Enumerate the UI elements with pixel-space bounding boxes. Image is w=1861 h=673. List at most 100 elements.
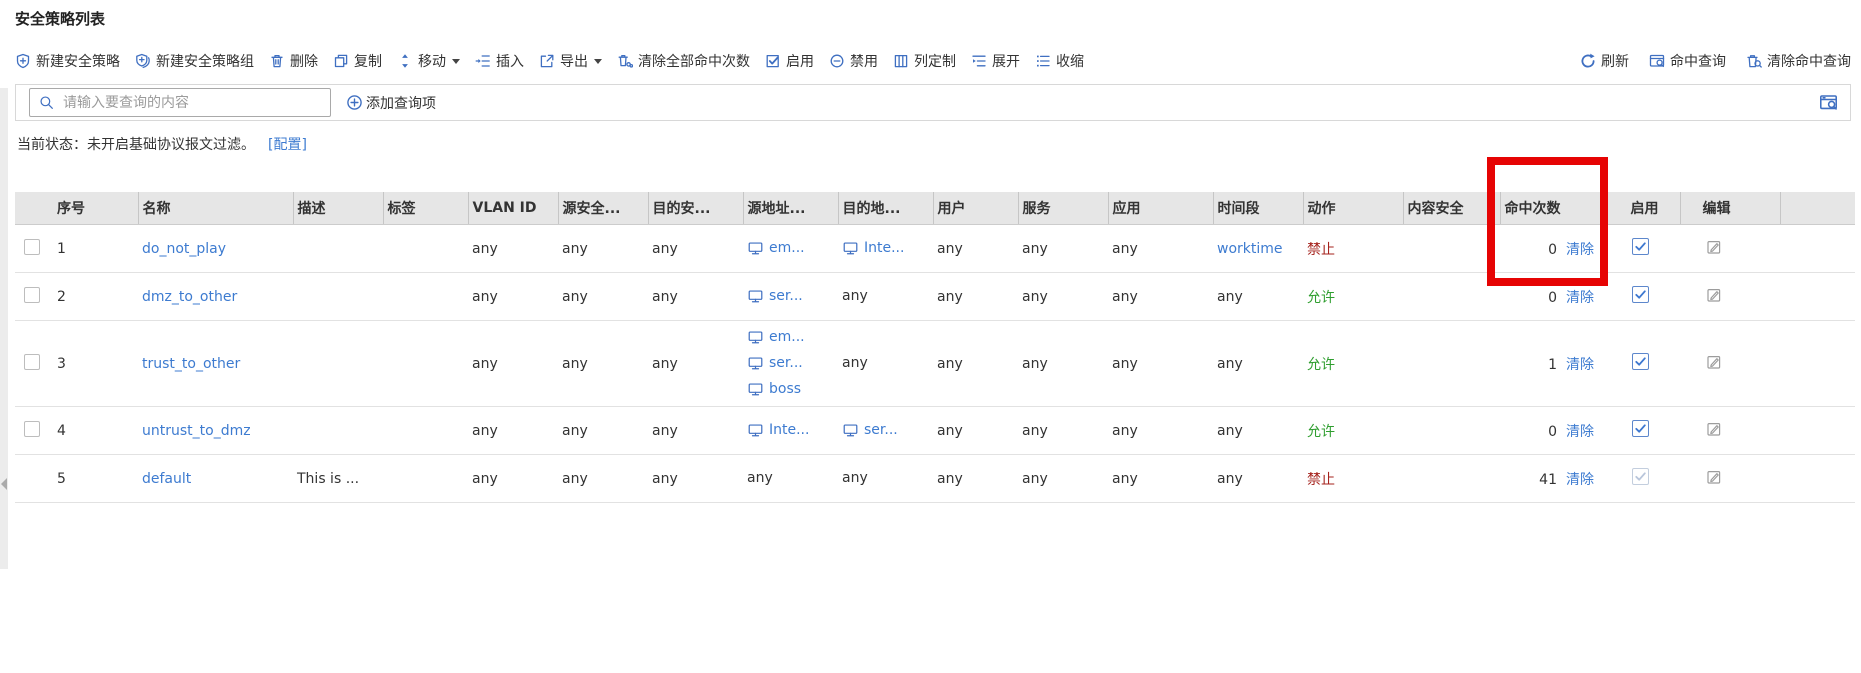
- cell-filler: [1780, 321, 1855, 407]
- toolbar-button-expand[interactable]: 展开: [971, 51, 1020, 71]
- enable-checkbox[interactable]: [1632, 353, 1649, 370]
- cell-action: 允许: [1303, 321, 1403, 407]
- toolbar-button-insert[interactable]: 插入: [475, 51, 524, 71]
- policy-name-link[interactable]: dmz_to_other: [142, 289, 237, 305]
- enable-checkbox[interactable]: [1632, 286, 1649, 303]
- toolbar-button-export[interactable]: 导出: [539, 51, 602, 71]
- cell-hit-count: 0 清除: [1500, 273, 1600, 321]
- address-link[interactable]: boss: [769, 377, 801, 402]
- clear-hits-link[interactable]: 清除: [1566, 290, 1594, 306]
- header-app[interactable]: 应用: [1108, 192, 1213, 225]
- header-seq[interactable]: 序号: [53, 192, 138, 225]
- toolbar-button-columns[interactable]: 列定制: [893, 51, 956, 71]
- cell-dst-addr: any: [838, 455, 933, 503]
- address-link[interactable]: em...: [769, 325, 805, 350]
- cell-tag: [383, 455, 468, 503]
- cell-src-addr: em...: [743, 225, 838, 273]
- toolbar-button-label: 复制: [354, 51, 382, 71]
- policy-name-link[interactable]: untrust_to_dmz: [142, 423, 251, 439]
- enable-checkbox[interactable]: [1632, 468, 1649, 485]
- toolbar-button-clear-hit-query[interactable]: 清除命中查询: [1746, 51, 1851, 71]
- address-link[interactable]: em...: [769, 236, 805, 261]
- policy-name-link[interactable]: trust_to_other: [142, 356, 240, 372]
- row-select-checkbox[interactable]: [24, 287, 40, 303]
- clear-hits-link[interactable]: 清除: [1566, 242, 1594, 258]
- toolbar-button-collapse[interactable]: 收缩: [1035, 51, 1084, 71]
- cell-select: [15, 455, 53, 503]
- toolbar-button-minus-circle[interactable]: 禁用: [829, 51, 878, 71]
- address-link[interactable]: ser...: [769, 284, 803, 309]
- address-entry: em...: [747, 325, 838, 350]
- header-dst-addr[interactable]: 目的地...: [838, 192, 933, 225]
- cell-app: any: [1108, 321, 1213, 407]
- enable-checkbox[interactable]: [1632, 238, 1649, 255]
- hit-count-value: 1: [1548, 357, 1557, 373]
- address-entry: em...: [747, 236, 838, 261]
- collapse-strip[interactable]: [0, 88, 8, 569]
- cell-tag: [383, 407, 468, 455]
- search-input-wrap[interactable]: [29, 88, 331, 117]
- header-dst-zone[interactable]: 目的安...: [648, 192, 743, 225]
- toolbar-button-clear-hits[interactable]: 清除全部命中次数: [617, 51, 750, 71]
- header-enable[interactable]: 启用: [1600, 192, 1680, 225]
- toolbar-button-copy[interactable]: 复制: [333, 51, 382, 71]
- toolbar-button-move[interactable]: 移动: [397, 51, 460, 71]
- add-query-button[interactable]: 添加查询项: [346, 93, 436, 113]
- cell-user: any: [933, 225, 1018, 273]
- address-link[interactable]: ser...: [864, 418, 898, 443]
- row-select-checkbox[interactable]: [24, 421, 40, 437]
- header-src-zone[interactable]: 源安全...: [558, 192, 648, 225]
- edit-icon[interactable]: [1706, 354, 1722, 370]
- toolbar-button-shield-group[interactable]: 新建安全策略组: [135, 51, 254, 71]
- header-content-security[interactable]: 内容安全: [1403, 192, 1500, 225]
- cell-dst-zone: any: [648, 273, 743, 321]
- policy-name-link[interactable]: do_not_play: [142, 241, 226, 257]
- header-service[interactable]: 服务: [1018, 192, 1108, 225]
- toolbar-button-label: 命中查询: [1670, 51, 1726, 71]
- header-name[interactable]: 名称: [138, 192, 293, 225]
- toolbar-button-shield-plus[interactable]: 新建安全策略: [15, 51, 120, 71]
- header-hit-count[interactable]: 命中次数: [1500, 192, 1600, 225]
- header-time[interactable]: 时间段: [1213, 192, 1303, 225]
- header-user[interactable]: 用户: [933, 192, 1018, 225]
- header-src-addr[interactable]: 源地址...: [743, 192, 838, 225]
- toolbar-button-trash[interactable]: 删除: [269, 51, 318, 71]
- clear-hits-link[interactable]: 清除: [1566, 357, 1594, 373]
- hit-count-value: 0: [1548, 290, 1557, 306]
- edit-icon[interactable]: [1706, 421, 1722, 437]
- cell-dst-zone: any: [648, 321, 743, 407]
- clear-hits-link[interactable]: 清除: [1566, 424, 1594, 440]
- address-link[interactable]: Inte...: [864, 236, 904, 261]
- header-desc[interactable]: 描述: [293, 192, 383, 225]
- edit-icon[interactable]: [1706, 239, 1722, 255]
- header-vlan[interactable]: VLAN ID: [468, 192, 558, 225]
- cell-desc: [293, 321, 383, 407]
- host-icon: [842, 423, 859, 438]
- hit-count-value: 0: [1548, 242, 1557, 258]
- cell-content-security: [1403, 407, 1500, 455]
- edit-icon[interactable]: [1706, 287, 1722, 303]
- address-link[interactable]: Inte...: [769, 418, 809, 443]
- plus-circle-icon: [346, 94, 363, 111]
- header-edit[interactable]: 编辑: [1680, 192, 1780, 225]
- status-row: 当前状态： 未开启基础协议报文过滤。 [配置]: [17, 134, 307, 154]
- clear-hits-link[interactable]: 清除: [1566, 472, 1594, 488]
- collapse-icon: [1035, 53, 1051, 69]
- hit-query-icon[interactable]: [1819, 93, 1838, 112]
- toolbar-button-checkbox[interactable]: 启用: [765, 51, 814, 71]
- header-tag[interactable]: 标签: [383, 192, 468, 225]
- toolbar-button-refresh[interactable]: 刷新: [1580, 51, 1629, 71]
- header-action[interactable]: 动作: [1303, 192, 1403, 225]
- time-range-link[interactable]: worktime: [1217, 241, 1283, 257]
- cell-content-security: [1403, 321, 1500, 407]
- row-select-checkbox[interactable]: [24, 354, 40, 370]
- address-link[interactable]: ser...: [769, 351, 803, 376]
- row-select-checkbox[interactable]: [24, 239, 40, 255]
- enable-checkbox[interactable]: [1632, 420, 1649, 437]
- toolbar-button-hit-query[interactable]: 命中查询: [1649, 51, 1726, 71]
- policy-name-link[interactable]: default: [142, 471, 191, 487]
- search-input[interactable]: [61, 90, 330, 115]
- edit-icon[interactable]: [1706, 469, 1722, 485]
- config-link[interactable]: [配置]: [268, 134, 307, 154]
- cell-dst-zone: any: [648, 407, 743, 455]
